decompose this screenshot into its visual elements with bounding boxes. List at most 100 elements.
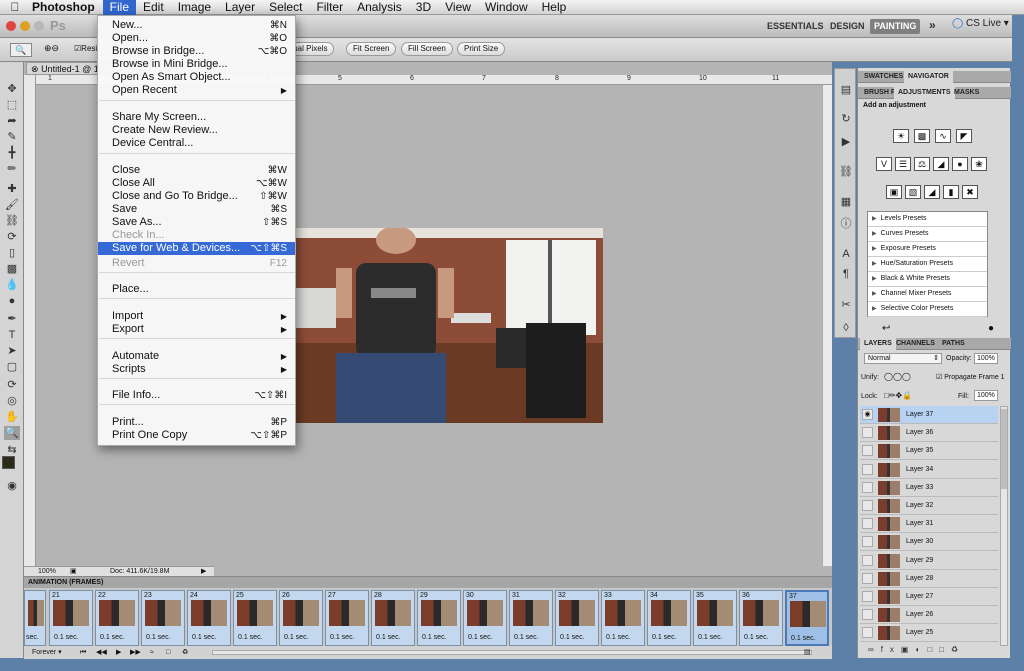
fill-screen-button[interactable]: Fill Screen	[401, 42, 453, 56]
lock-icons[interactable]: □✏✥🔒	[884, 391, 912, 400]
first-frame-icon[interactable]: ⏮	[80, 646, 86, 659]
file-menu-item[interactable]: Device Central...	[98, 137, 295, 150]
layers-scrollbar[interactable]	[1000, 406, 1008, 646]
color-balance-icon[interactable]: ⚖	[914, 157, 930, 171]
layer-row[interactable]: Layer 27	[860, 588, 998, 606]
preset-item[interactable]: ▶ Selective Color Presets	[868, 302, 987, 317]
menu-edit[interactable]: Edit	[136, 0, 171, 15]
layer-row[interactable]: ◉ Layer 37	[860, 406, 998, 424]
exposure-icon[interactable]: ◤	[956, 129, 972, 143]
layer-row[interactable]: Layer 30	[860, 533, 998, 552]
layer-row[interactable]: Layer 32	[860, 497, 998, 515]
frame-delay[interactable]: 0.1 sec.	[146, 634, 171, 641]
tab-paths[interactable]: PATHS	[938, 338, 969, 350]
visibility-eye-icon[interactable]	[862, 427, 873, 439]
convert-timeline-icon[interactable]: ▤	[804, 646, 811, 659]
visibility-eye-icon[interactable]	[862, 554, 873, 566]
gradient-tool-icon[interactable]: ▩	[4, 262, 20, 276]
frame-delay[interactable]: 0.1 sec.	[606, 634, 631, 641]
file-menu-item[interactable]: Create New Review...	[98, 124, 295, 137]
menu-layer[interactable]: Layer	[218, 0, 262, 15]
navigator-icon[interactable]: ▦	[839, 195, 853, 209]
cs-live-button[interactable]: ◯ CS Live ▾	[952, 18, 1009, 29]
animation-frame[interactable]: 30 0.1 sec.	[463, 590, 507, 646]
frame-delay[interactable]: 0.1 sec.	[192, 634, 217, 641]
close-document-icon[interactable]: ⊗	[31, 64, 39, 74]
path-selection-tool-icon[interactable]: ➤	[4, 344, 20, 358]
preset-item[interactable]: ▶ Channel Mixer Presets	[868, 287, 987, 302]
history-brush-tool-icon[interactable]: ⟳	[4, 230, 20, 244]
tab-masks[interactable]: MASKS	[950, 87, 983, 99]
file-menu-item[interactable]: Save ⌘S	[98, 203, 295, 216]
invert-icon[interactable]: ▣	[886, 185, 902, 199]
preset-item[interactable]: ▶ Black & White Presets	[868, 272, 987, 287]
propagate-frame-checkbox[interactable]: ☑ Propagate Frame 1	[936, 373, 1005, 381]
layer-row[interactable]: Layer 26	[860, 606, 998, 625]
file-menu-item[interactable]: Browse in Bridge... ⌥⌘O	[98, 45, 295, 58]
animation-frame[interactable]: 25 0.1 sec.	[233, 590, 277, 646]
file-menu-item[interactable]: New... ⌘N	[98, 19, 295, 32]
animation-frame[interactable]: 22 0.1 sec.	[95, 590, 139, 646]
file-menu-item[interactable]: Save As... ⇧⌘S	[98, 216, 295, 229]
quick-selection-tool-icon[interactable]: ✎	[4, 130, 20, 144]
unify-icons[interactable]: ◯◯◯	[884, 372, 911, 381]
tab-navigator[interactable]: NAVIGATOR	[904, 71, 953, 83]
animation-frame[interactable]: 34 0.1 sec.	[647, 590, 691, 646]
frame-delay[interactable]: 0.1 sec.	[376, 634, 401, 641]
zoom-window-icon[interactable]	[34, 21, 44, 31]
frame-delay[interactable]: 0.1 sec.	[468, 634, 493, 641]
posterize-icon[interactable]: ▧	[905, 185, 921, 199]
file-menu-item[interactable]: Close All ⌥⌘W	[98, 177, 295, 190]
file-menu-item[interactable]: Share My Screen...	[98, 111, 295, 124]
hand-tool-icon[interactable]: ✋	[4, 410, 20, 424]
selective-color-icon[interactable]: ✖	[962, 185, 978, 199]
animation-frame[interactable]: 33 0.1 sec.	[601, 590, 645, 646]
animation-frame[interactable]: 32 0.1 sec.	[555, 590, 599, 646]
menu-file[interactable]: File	[102, 0, 136, 15]
frame-delay[interactable]: 0.1 sec.	[560, 634, 585, 641]
clone-stamp-tool-icon[interactable]: ⛓	[4, 214, 20, 228]
file-menu-item[interactable]: Automate ▶	[98, 350, 295, 363]
frame-delay[interactable]: 0.1 sec.	[698, 634, 723, 641]
blur-tool-icon[interactable]: 💧	[4, 278, 20, 292]
lasso-tool-icon[interactable]: ➦	[4, 114, 20, 128]
file-menu-item[interactable]: Import ▶	[98, 310, 295, 323]
play-icon[interactable]: ▶	[116, 646, 121, 659]
levels-icon[interactable]: ▩	[914, 129, 930, 143]
file-menu-item[interactable]: Open Recent ▶	[98, 84, 295, 97]
character-icon[interactable]: A	[839, 247, 853, 261]
opacity-field[interactable]: 100%	[974, 353, 998, 364]
tab-layers[interactable]: LAYERS	[860, 338, 896, 350]
tab-adjustments[interactable]: ADJUSTMENTS	[894, 87, 955, 99]
visibility-eye-icon[interactable]: ◉	[862, 409, 873, 420]
frame-delay[interactable]: sec.	[26, 634, 39, 641]
zoom-tool-icon[interactable]: 🔍	[4, 426, 20, 440]
frame-delay[interactable]: 0.1 sec.	[791, 635, 816, 642]
frame-delay[interactable]: 0.1 sec.	[284, 634, 309, 641]
quick-mask-icon[interactable]: ◉	[4, 479, 20, 493]
file-menu-item[interactable]: Print... ⌘P	[98, 416, 295, 429]
frame-delay[interactable]: 0.1 sec.	[514, 634, 539, 641]
duplicate-frame-icon[interactable]: □	[166, 646, 170, 659]
preset-item[interactable]: ▶ Exposure Presets	[868, 242, 987, 257]
menu-image[interactable]: Image	[171, 0, 218, 15]
file-menu-item[interactable]: Print One Copy ⌥⇧⌘P	[98, 429, 295, 442]
foreground-color-swatch[interactable]	[2, 456, 15, 469]
layer-row[interactable]: Layer 34	[860, 461, 998, 479]
info-icon[interactable]: ⓘ	[839, 217, 853, 231]
animation-frame[interactable]: 37 0.1 sec.	[785, 590, 829, 646]
workspace-painting[interactable]: PAINTING	[870, 19, 921, 34]
photo-filter-icon[interactable]: ●	[952, 157, 968, 171]
history-icon[interactable]: ↻	[839, 112, 853, 126]
histogram-icon[interactable]: ▤	[839, 83, 853, 97]
canvas-image[interactable]	[296, 228, 603, 423]
tool-presets-icon[interactable]: ✂	[839, 298, 853, 312]
menu-analysis[interactable]: Analysis	[350, 0, 409, 15]
marquee-tool-icon[interactable]: ⬚	[4, 98, 20, 112]
menu-select[interactable]: Select	[262, 0, 309, 15]
visibility-eye-icon[interactable]	[862, 481, 873, 493]
type-tool-icon[interactable]: T	[4, 328, 20, 342]
layer-row[interactable]: Layer 33	[860, 479, 998, 497]
brush-tool-icon[interactable]: 🖌	[4, 198, 20, 212]
file-menu-item[interactable]: Browse in Mini Bridge...	[98, 58, 295, 71]
